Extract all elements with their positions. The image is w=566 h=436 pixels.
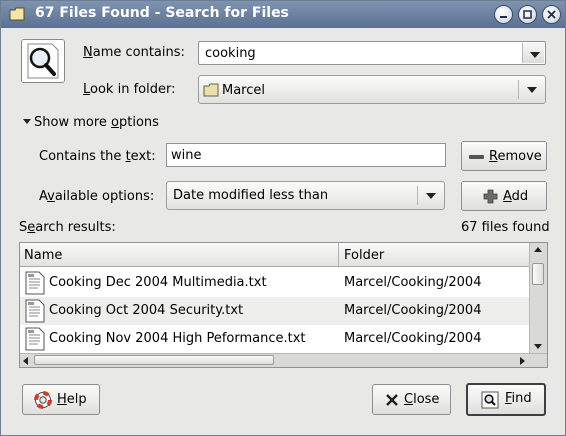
vertical-scrollbar[interactable] (529, 243, 547, 353)
help-button[interactable]: Help (22, 384, 100, 415)
result-folder: Marcel/Cooking/2004 (344, 303, 482, 318)
name-history-dropdown-button[interactable] (522, 43, 544, 63)
chevron-down-icon (527, 87, 537, 93)
contains-text-label: Contains the text: (39, 149, 156, 164)
scroll-right-arrow-icon[interactable] (520, 357, 525, 365)
add-button-label: Add (503, 189, 529, 204)
remove-button-label: Remove (489, 149, 542, 164)
available-options-value: Date modified less than (173, 188, 329, 203)
search-window: 67 Files Found - Search for Files Name c… (0, 0, 566, 436)
window-title: 67 Files Found - Search for Files (35, 5, 289, 21)
horizontal-scroll-thumb[interactable] (34, 355, 274, 365)
column-header-folder[interactable]: Folder (344, 248, 384, 263)
find-button[interactable]: Find (466, 383, 546, 416)
chevron-down-icon (530, 52, 540, 58)
name-contains-field[interactable]: cooking (198, 41, 546, 65)
result-file-name: Cooking Dec 2004 Multimedia.txt (49, 275, 267, 290)
column-separator[interactable] (338, 243, 339, 267)
maximize-button[interactable] (518, 5, 537, 24)
scroll-up-arrow-icon[interactable] (534, 247, 542, 252)
minimize-button[interactable] (494, 5, 513, 24)
show-more-options-label: Show more options (34, 115, 159, 130)
result-row[interactable]: Cooking Dec 2004 Multimedia.txt Marcel/C… (20, 269, 529, 297)
dropdown-separator (518, 80, 519, 99)
close-window-button[interactable] (542, 5, 561, 24)
x-icon (386, 394, 398, 410)
close-button-label: Close (404, 392, 440, 407)
contains-text-value[interactable] (167, 144, 445, 166)
folder-icon (9, 7, 25, 21)
results-column-header: Name Folder (20, 243, 529, 267)
available-options-dropdown[interactable]: Date modified less than (166, 181, 445, 210)
find-icon (481, 391, 499, 413)
vertical-scroll-thumb[interactable] (532, 263, 544, 285)
files-found-count: 67 files found (461, 220, 550, 235)
name-contains-label: Name contains: (83, 45, 185, 60)
remove-button[interactable]: Remove (461, 141, 547, 171)
name-contains-value[interactable]: cooking (205, 46, 256, 61)
search-results-list[interactable]: Name Folder Cooking Dec 2004 Multimedia.… (19, 242, 548, 368)
magnifier-icon (21, 39, 65, 83)
text-file-icon (24, 271, 46, 299)
add-button[interactable]: Add (461, 181, 547, 211)
result-file-name: Cooking Nov 2004 High Peformance.txt (49, 331, 306, 346)
contains-text-input[interactable] (166, 143, 446, 167)
help-button-label: Help (57, 392, 87, 407)
chevron-down-icon (426, 193, 436, 199)
title-bar[interactable]: 67 Files Found - Search for Files (1, 1, 565, 28)
search-results-label: Search results: (19, 220, 116, 235)
close-button[interactable]: Close (372, 384, 451, 415)
result-folder: Marcel/Cooking/2004 (344, 331, 482, 346)
expander-arrow-icon (23, 119, 31, 124)
result-row[interactable]: Cooking Oct 2004 Security.txt Marcel/Coo… (20, 297, 529, 325)
column-header-name[interactable]: Name (24, 248, 62, 263)
result-file-name: Cooking Oct 2004 Security.txt (49, 303, 244, 318)
available-options-label: Available options: (39, 189, 155, 204)
minus-icon (469, 155, 484, 159)
look-in-folder-label: Look in folder: (83, 82, 176, 97)
scroll-left-arrow-icon[interactable] (23, 357, 28, 365)
find-button-label: Find (505, 391, 532, 406)
text-file-icon (24, 327, 46, 355)
result-folder: Marcel/Cooking/2004 (344, 275, 482, 290)
look-in-folder-value: Marcel (222, 83, 265, 98)
folder-icon (203, 83, 219, 101)
text-file-icon (24, 299, 46, 327)
result-row[interactable]: Cooking Nov 2004 High Peformance.txt Mar… (20, 325, 529, 353)
horizontal-scrollbar[interactable] (20, 353, 547, 367)
plus-icon (483, 189, 498, 208)
scroll-down-arrow-icon[interactable] (534, 344, 542, 349)
dropdown-separator (417, 186, 418, 205)
lifebuoy-icon (34, 391, 52, 413)
look-in-folder-dropdown[interactable]: Marcel (198, 75, 546, 104)
show-more-options-expander[interactable]: Show more options (19, 114, 169, 132)
